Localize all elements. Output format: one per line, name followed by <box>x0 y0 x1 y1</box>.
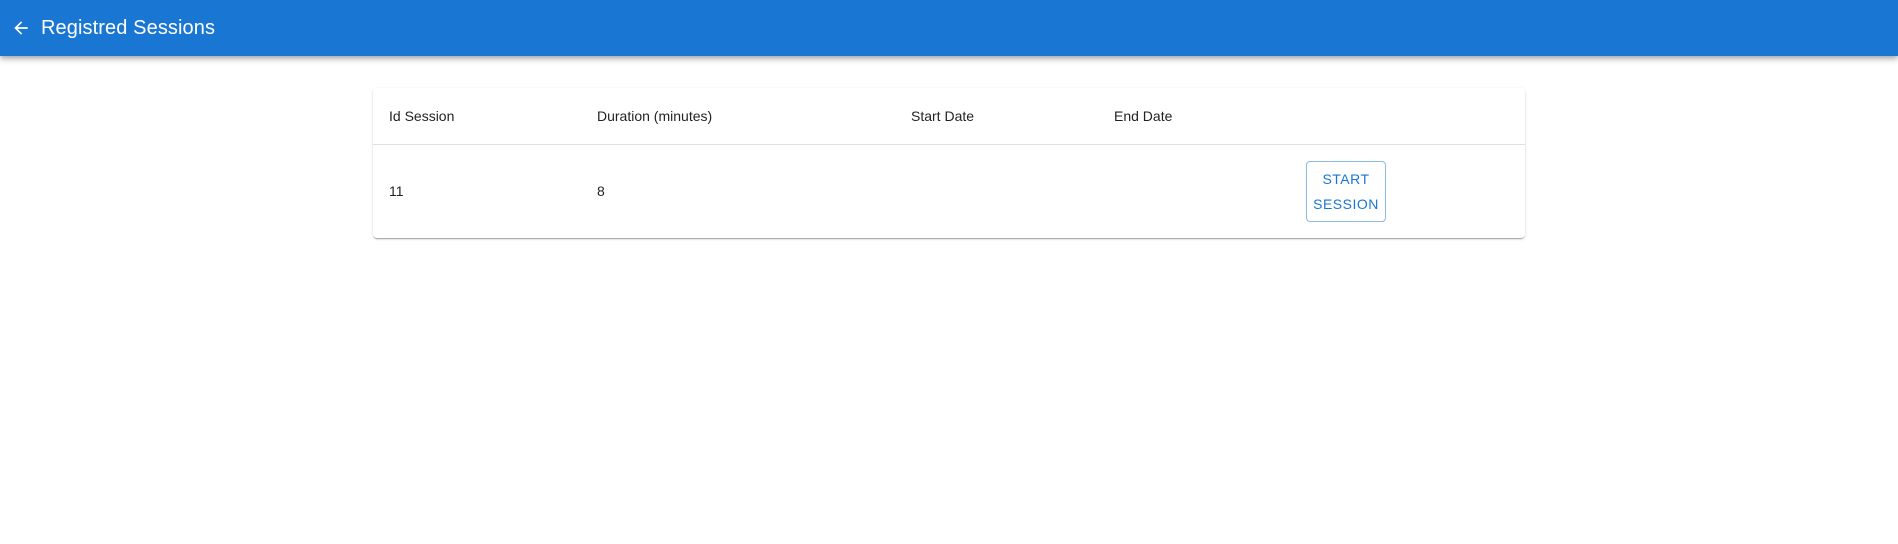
page-title: Registred Sessions <box>41 16 216 39</box>
back-button[interactable] <box>7 14 35 42</box>
header-id-session: Id Session <box>389 108 455 124</box>
cell-duration: 8 <box>597 183 605 199</box>
app-bar: Registred Sessions <box>0 0 1898 56</box>
arrow-back-icon <box>14 21 28 35</box>
header-start-date: Start Date <box>911 108 975 124</box>
sessions-table: Id Session Duration (minutes) Start Date… <box>373 88 1525 238</box>
header-duration: Duration (minutes) <box>597 108 713 124</box>
header-end-date: End Date <box>1114 108 1173 124</box>
start-session-button[interactable]: START SESSION <box>1306 161 1386 222</box>
table-header-row: Id Session Duration (minutes) Start Date… <box>373 88 1525 145</box>
table-row: 11 8 START SESSION <box>373 145 1525 238</box>
cell-id-session: 11 <box>389 183 404 199</box>
